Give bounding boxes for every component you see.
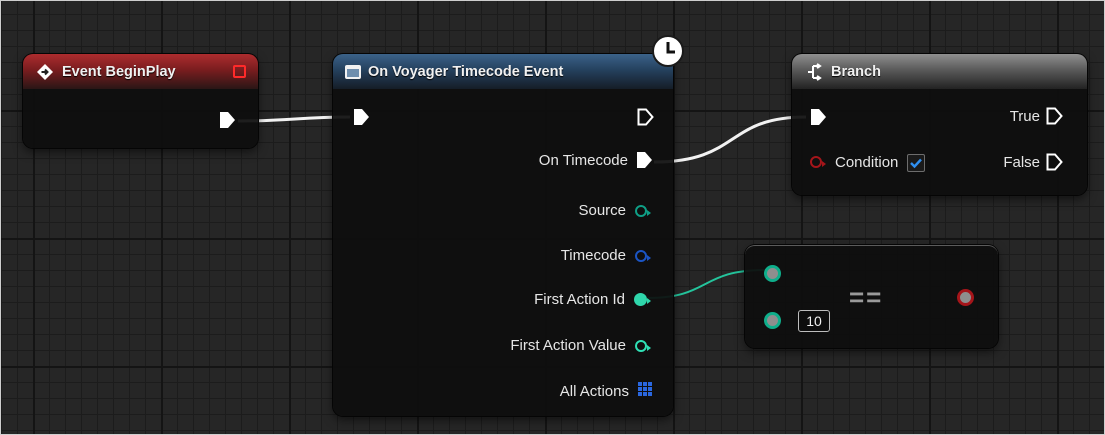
delegate-pin-icon[interactable] xyxy=(233,65,246,78)
false-row[interactable]: False xyxy=(1003,153,1063,171)
exec-out-pin[interactable] xyxy=(219,111,236,129)
equals-output-pin[interactable] xyxy=(957,289,974,306)
all-actions-row[interactable]: All Actions xyxy=(560,381,653,401)
first-action-id-pin[interactable] xyxy=(634,293,651,306)
branch-node[interactable]: Branch True Condition False xyxy=(792,54,1087,195)
condition-label: Condition xyxy=(835,153,899,171)
event-beginplay-title: Event BeginPlay xyxy=(62,63,176,80)
branch-header[interactable]: Branch xyxy=(792,54,1087,89)
equals-value-text: 10 xyxy=(806,313,822,329)
branch-icon xyxy=(806,62,824,81)
event-beginplay-node[interactable]: Event BeginPlay xyxy=(23,54,258,148)
event-beginplay-header[interactable]: Event BeginPlay xyxy=(23,54,258,89)
source-row[interactable]: Source xyxy=(578,202,653,219)
event-diamond-icon xyxy=(36,63,54,81)
on-timecode-row[interactable]: On Timecode xyxy=(539,151,653,169)
equals-node[interactable]: 10 == xyxy=(745,245,998,348)
voyager-title: On Voyager Timecode Event xyxy=(368,63,564,80)
condition-row[interactable]: Condition xyxy=(810,152,926,172)
equals-symbol: == xyxy=(849,282,884,312)
false-label: False xyxy=(1003,153,1040,171)
timecode-pin[interactable] xyxy=(635,249,651,262)
first-action-value-label: First Action Value xyxy=(510,337,626,354)
first-action-id-label: First Action Id xyxy=(534,291,625,308)
exec-wire-ontimecode-to-branch xyxy=(653,115,807,164)
exec-in-pin[interactable] xyxy=(353,108,370,126)
true-label: True xyxy=(1009,107,1040,125)
checkmark-icon xyxy=(910,158,923,169)
false-exec-pin[interactable] xyxy=(1046,153,1063,171)
clock-icon xyxy=(651,34,685,72)
on-timecode-label: On Timecode xyxy=(538,151,628,169)
condition-checkbox[interactable] xyxy=(907,154,926,172)
timecode-row[interactable]: Timecode xyxy=(561,247,653,264)
branch-title: Branch xyxy=(831,63,881,80)
first-action-value-pin[interactable] xyxy=(635,339,651,352)
exec-in-pin[interactable] xyxy=(810,108,827,126)
first-action-id-row[interactable]: First Action Id xyxy=(534,291,653,308)
equals-input-b-pin[interactable] xyxy=(764,312,781,329)
condition-pin[interactable] xyxy=(810,156,826,168)
voyager-timecode-event-node[interactable]: On Voyager Timecode Event On Timecode So… xyxy=(333,35,684,416)
voyager-header[interactable]: On Voyager Timecode Event xyxy=(333,54,673,89)
true-exec-pin[interactable] xyxy=(1046,107,1063,125)
source-pin[interactable] xyxy=(635,204,651,217)
source-label: Source xyxy=(578,202,626,219)
true-row[interactable]: True xyxy=(1010,107,1063,125)
exec-out-pin[interactable] xyxy=(637,108,654,126)
all-actions-label: All Actions xyxy=(559,382,629,400)
equals-value-input[interactable]: 10 xyxy=(798,310,830,332)
array-grid-icon[interactable] xyxy=(637,381,653,401)
first-action-value-row[interactable]: First Action Value xyxy=(510,337,653,354)
on-timecode-exec-pin[interactable] xyxy=(636,151,653,169)
timecode-label: Timecode xyxy=(560,247,626,264)
function-window-icon xyxy=(345,64,361,79)
equals-input-a-pin[interactable] xyxy=(764,265,781,282)
